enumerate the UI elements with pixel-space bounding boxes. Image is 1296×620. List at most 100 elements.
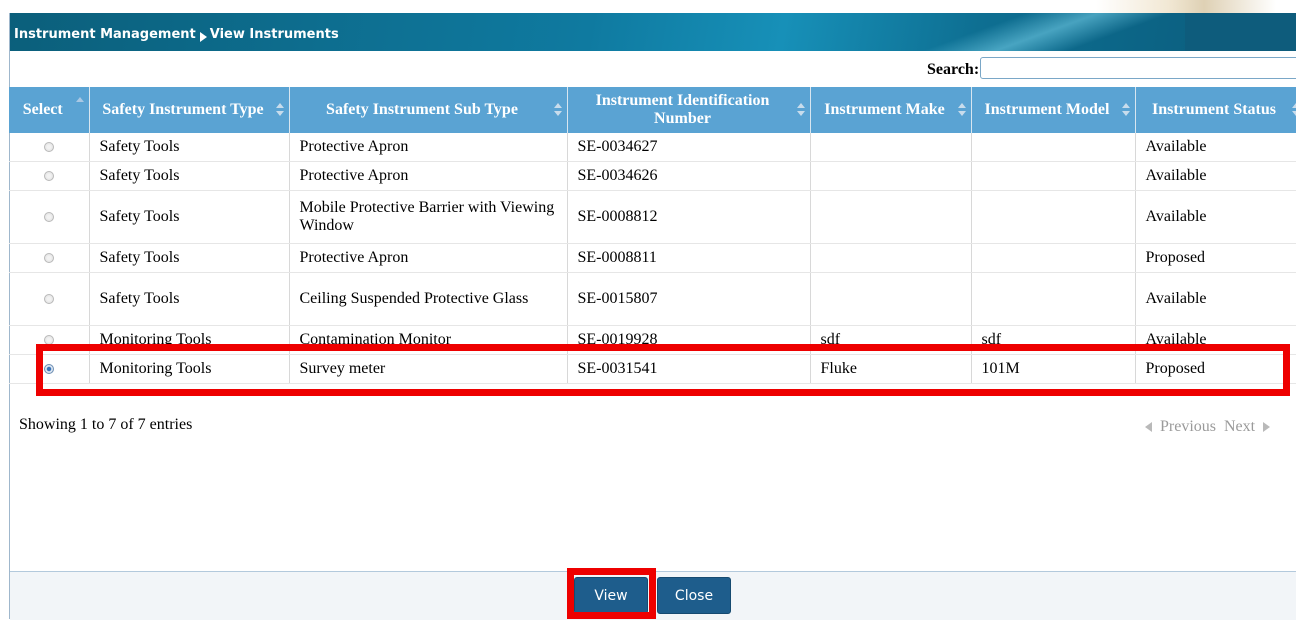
previous-arrow-icon[interactable] — [1145, 422, 1152, 432]
header-art — [1096, 0, 1276, 13]
status-cell: Available — [1135, 133, 1296, 162]
status-cell: Available — [1135, 326, 1296, 355]
row-radio[interactable] — [44, 294, 54, 304]
type-cell: Safety Tools — [89, 133, 289, 162]
model-cell: sdf — [971, 326, 1135, 355]
title-bar: Instrument Management View Instruments — [10, 13, 1296, 51]
table-row[interactable]: Safety Tools Ceiling Suspended Protectiv… — [9, 273, 1296, 326]
sort-icon — [554, 103, 562, 117]
model-cell — [971, 244, 1135, 273]
col-model-label: Instrument Model — [985, 101, 1110, 118]
sort-asc-icon — [76, 97, 84, 111]
entries-info: Showing 1 to 7 of 7 entries — [19, 416, 192, 434]
sort-icon — [1122, 103, 1130, 117]
footer-bar — [10, 571, 1296, 620]
table-header-row: Select Safety Instrument Type Safety Ins… — [9, 87, 1296, 133]
row-radio[interactable] — [44, 253, 54, 263]
instruments-table: Select Safety Instrument Type Safety Ins… — [9, 87, 1296, 384]
select-cell[interactable] — [9, 273, 89, 326]
breadcrumb-section[interactable]: Instrument Management — [14, 27, 196, 42]
make-cell: sdf — [810, 326, 971, 355]
search-label: Search: — [927, 61, 979, 79]
next-link[interactable]: Next — [1224, 418, 1255, 436]
make-cell: Fluke — [810, 355, 971, 384]
id-cell: SE-0034626 — [567, 162, 810, 191]
subtype-cell: Protective Apron — [289, 133, 567, 162]
id-cell: SE-0031541 — [567, 355, 810, 384]
select-cell[interactable] — [9, 133, 89, 162]
model-cell — [971, 191, 1135, 244]
subtype-cell: Protective Apron — [289, 244, 567, 273]
previous-link[interactable]: Previous — [1160, 418, 1216, 436]
search-row: Search: — [10, 54, 1296, 82]
col-status[interactable]: Instrument Status — [1135, 87, 1296, 133]
next-arrow-icon[interactable] — [1263, 422, 1270, 432]
subtype-cell: Mobile Protective Barrier with Viewing W… — [289, 191, 567, 244]
table-row[interactable]: Safety Tools Protective Apron SE-0008811… — [9, 244, 1296, 273]
subtype-cell: Protective Apron — [289, 162, 567, 191]
make-cell — [810, 191, 971, 244]
row-radio-checked[interactable] — [44, 364, 54, 374]
col-id[interactable]: Instrument Identification Number — [567, 87, 810, 133]
type-cell: Safety Tools — [89, 162, 289, 191]
model-cell — [971, 162, 1135, 191]
col-make-label: Instrument Make — [824, 101, 944, 118]
sort-icon — [276, 103, 284, 117]
breadcrumb-page: View Instruments — [210, 27, 339, 42]
status-cell: Proposed — [1135, 355, 1296, 384]
col-select-label: Select — [23, 101, 63, 118]
model-cell: 101M — [971, 355, 1135, 384]
type-cell: Safety Tools — [89, 244, 289, 273]
col-subtype[interactable]: Safety Instrument Sub Type — [289, 87, 567, 133]
col-id-label: Instrument Identification Number — [596, 92, 770, 127]
pagination: Previous Next — [1145, 418, 1270, 436]
table-row[interactable]: Monitoring Tools Contamination Monitor S… — [9, 326, 1296, 355]
status-cell: Available — [1135, 162, 1296, 191]
type-cell: Monitoring Tools — [89, 355, 289, 384]
row-radio[interactable] — [44, 171, 54, 181]
subtype-cell: Ceiling Suspended Protective Glass — [289, 273, 567, 326]
col-model[interactable]: Instrument Model — [971, 87, 1135, 133]
col-subtype-label: Safety Instrument Sub Type — [326, 101, 518, 118]
make-cell — [810, 133, 971, 162]
status-cell: Available — [1135, 191, 1296, 244]
status-cell: Proposed — [1135, 244, 1296, 273]
id-cell: SE-0015807 — [567, 273, 810, 326]
row-radio[interactable] — [44, 212, 54, 222]
type-cell: Monitoring Tools — [89, 326, 289, 355]
select-cell[interactable] — [9, 326, 89, 355]
sort-icon — [958, 103, 966, 117]
table-row[interactable]: Safety Tools Protective Apron SE-0034626… — [9, 162, 1296, 191]
col-select[interactable]: Select — [9, 87, 89, 133]
make-cell — [810, 273, 971, 326]
view-button[interactable]: View — [574, 577, 648, 614]
select-cell[interactable] — [9, 355, 89, 384]
col-type[interactable]: Safety Instrument Type — [89, 87, 289, 133]
make-cell — [810, 244, 971, 273]
sort-icon — [1292, 103, 1296, 117]
id-cell: SE-0019928 — [567, 326, 810, 355]
table-row[interactable]: Safety Tools Protective Apron SE-0034627… — [9, 133, 1296, 162]
table-row[interactable]: Safety Tools Mobile Protective Barrier w… — [9, 191, 1296, 244]
subtype-cell: Contamination Monitor — [289, 326, 567, 355]
search-input[interactable] — [980, 57, 1296, 79]
col-status-label: Instrument Status — [1152, 101, 1276, 118]
subtype-cell: Survey meter — [289, 355, 567, 384]
title-bar-panel — [1185, 13, 1296, 51]
id-cell: SE-0008812 — [567, 191, 810, 244]
table-row-selected[interactable]: Monitoring Tools Survey meter SE-0031541… — [9, 355, 1296, 384]
breadcrumb-arrow-icon — [200, 32, 207, 42]
select-cell[interactable] — [9, 244, 89, 273]
row-radio[interactable] — [44, 335, 54, 345]
top-strip — [0, 0, 1296, 13]
status-cell: Available — [1135, 273, 1296, 326]
type-cell: Safety Tools — [89, 273, 289, 326]
title-bar-stripe — [917, 13, 1177, 51]
row-radio[interactable] — [44, 142, 54, 152]
col-make[interactable]: Instrument Make — [810, 87, 971, 133]
model-cell — [971, 273, 1135, 326]
select-cell[interactable] — [9, 162, 89, 191]
close-button[interactable]: Close — [657, 577, 731, 614]
id-cell: SE-0008811 — [567, 244, 810, 273]
select-cell[interactable] — [9, 191, 89, 244]
